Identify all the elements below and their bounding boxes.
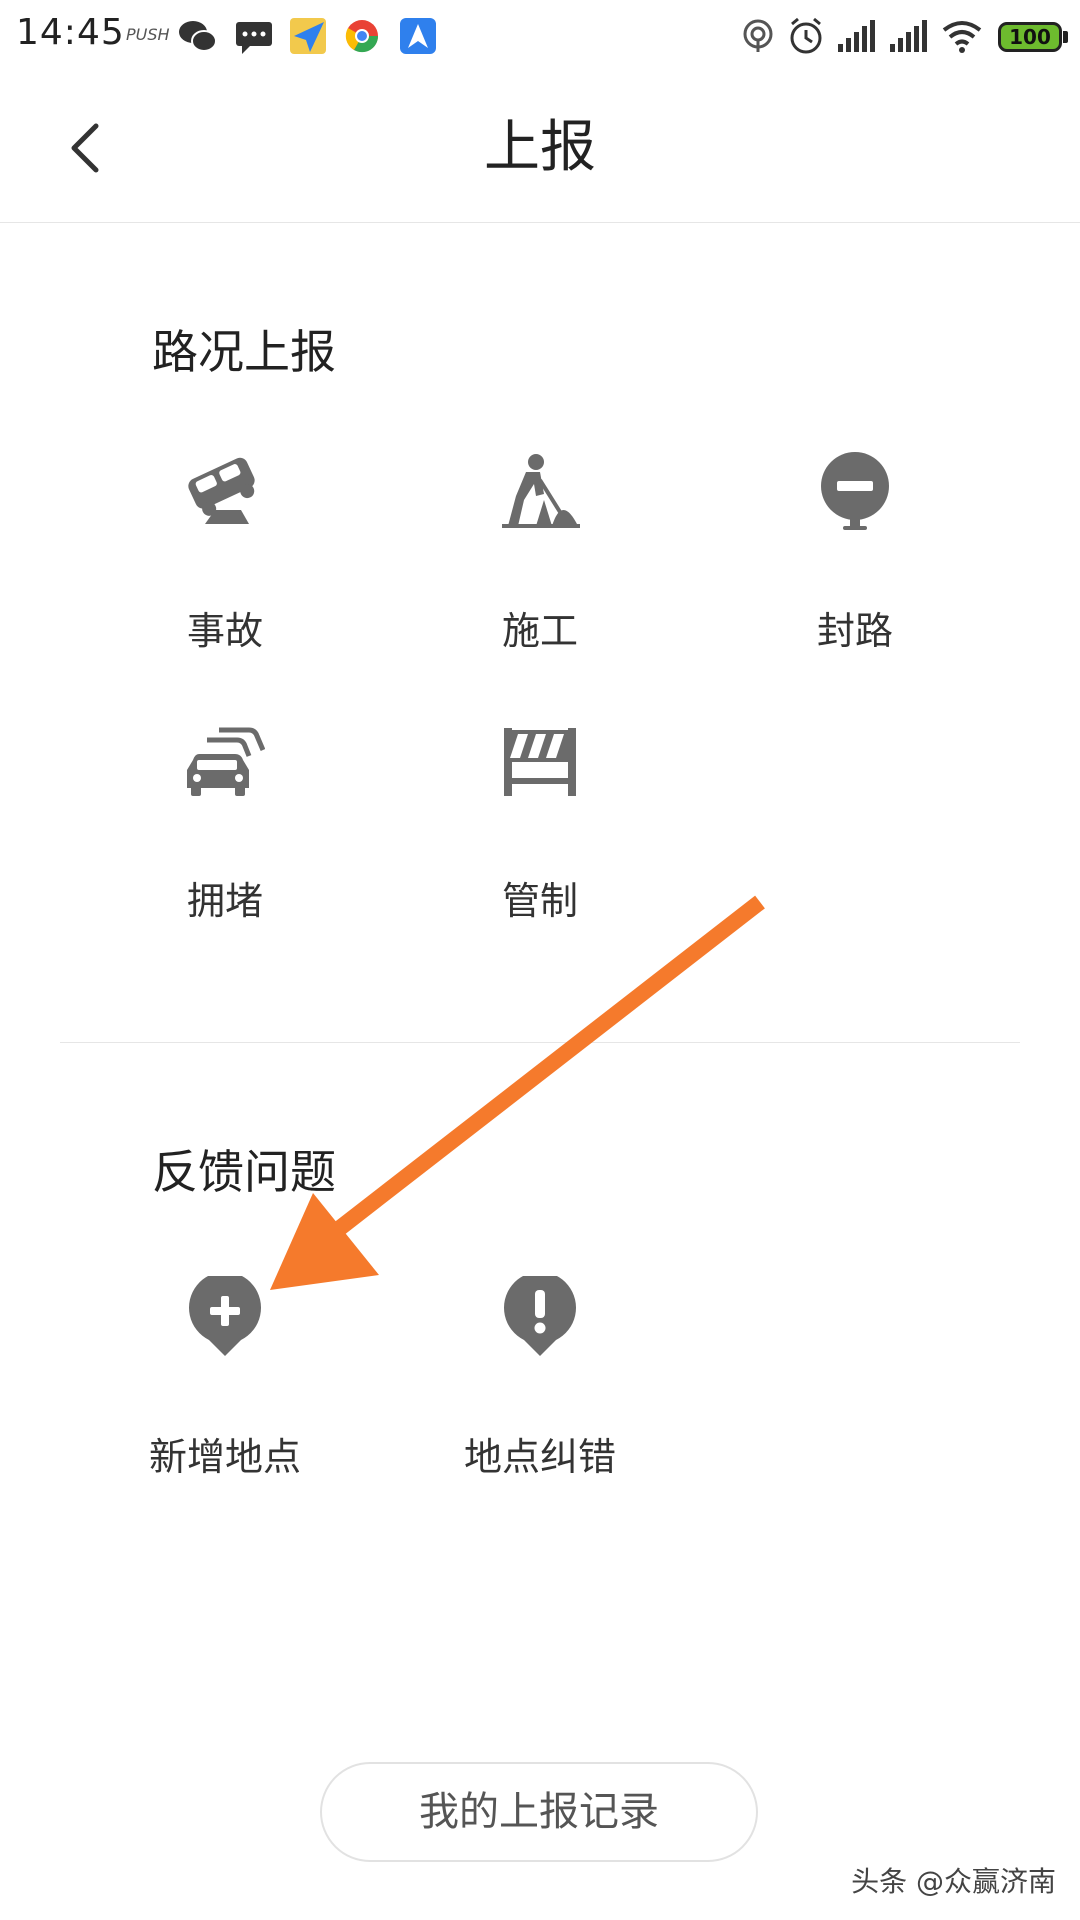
battery-level: 100 [1009, 25, 1051, 49]
report-accident-button[interactable]: 事故 [135, 450, 315, 653]
signal-icon [890, 20, 927, 52]
message-icon [236, 22, 272, 54]
road-closed-label: 封路 [816, 609, 893, 653]
road-report-title: 路况上报 [152, 325, 336, 379]
app-icon [290, 18, 326, 54]
feedback-title: 反馈问题 [152, 1145, 336, 1199]
section-divider [60, 1042, 1020, 1043]
header: 上报 [0, 76, 1080, 223]
annotation-arrow [270, 895, 765, 1290]
road-closed-icon [821, 452, 889, 530]
wechat-icon [179, 21, 217, 52]
report-traffic-control-button[interactable]: 管制 [450, 720, 630, 923]
report-construction-button[interactable]: 施工 [450, 450, 630, 653]
accident-label: 事故 [186, 609, 263, 653]
my-report-records-button[interactable]: 我的上报记录 [320, 1762, 758, 1862]
status-time: 14:45 [16, 12, 125, 53]
traffic-jam-label: 拥堵 [186, 879, 263, 923]
chrome-icon [345, 20, 379, 53]
push-label: PUSH [126, 25, 170, 44]
construction-icon [502, 454, 580, 528]
signal-icon [838, 20, 875, 52]
watermark: 头条 @众赢济南 [851, 1865, 1056, 1898]
construction-label: 施工 [501, 609, 578, 653]
traffic-control-label: 管制 [501, 879, 578, 923]
report-road-closed-button[interactable]: 封路 [765, 450, 945, 653]
location-error-icon [504, 1276, 576, 1356]
status-bar: 14:45 PUSH 100 [0, 0, 1080, 76]
add-location-icon [189, 1276, 261, 1356]
alarm-icon [790, 17, 822, 54]
add-location-button[interactable]: 新增地点 [135, 1276, 315, 1506]
hotspot-icon [743, 19, 773, 52]
location-error-button[interactable]: 地点纠错 [450, 1276, 630, 1506]
barrier-icon [504, 728, 576, 796]
page-title: 上报 [484, 115, 596, 180]
report-traffic-jam-button[interactable]: 拥堵 [135, 720, 315, 923]
location-error-label: 地点纠错 [463, 1435, 616, 1479]
maps-icon [400, 18, 436, 54]
add-location-label: 新增地点 [148, 1435, 301, 1479]
traffic-jam-icon [187, 727, 265, 796]
battery-tip [1063, 31, 1068, 43]
wifi-icon [942, 21, 982, 53]
accident-icon [188, 457, 255, 524]
